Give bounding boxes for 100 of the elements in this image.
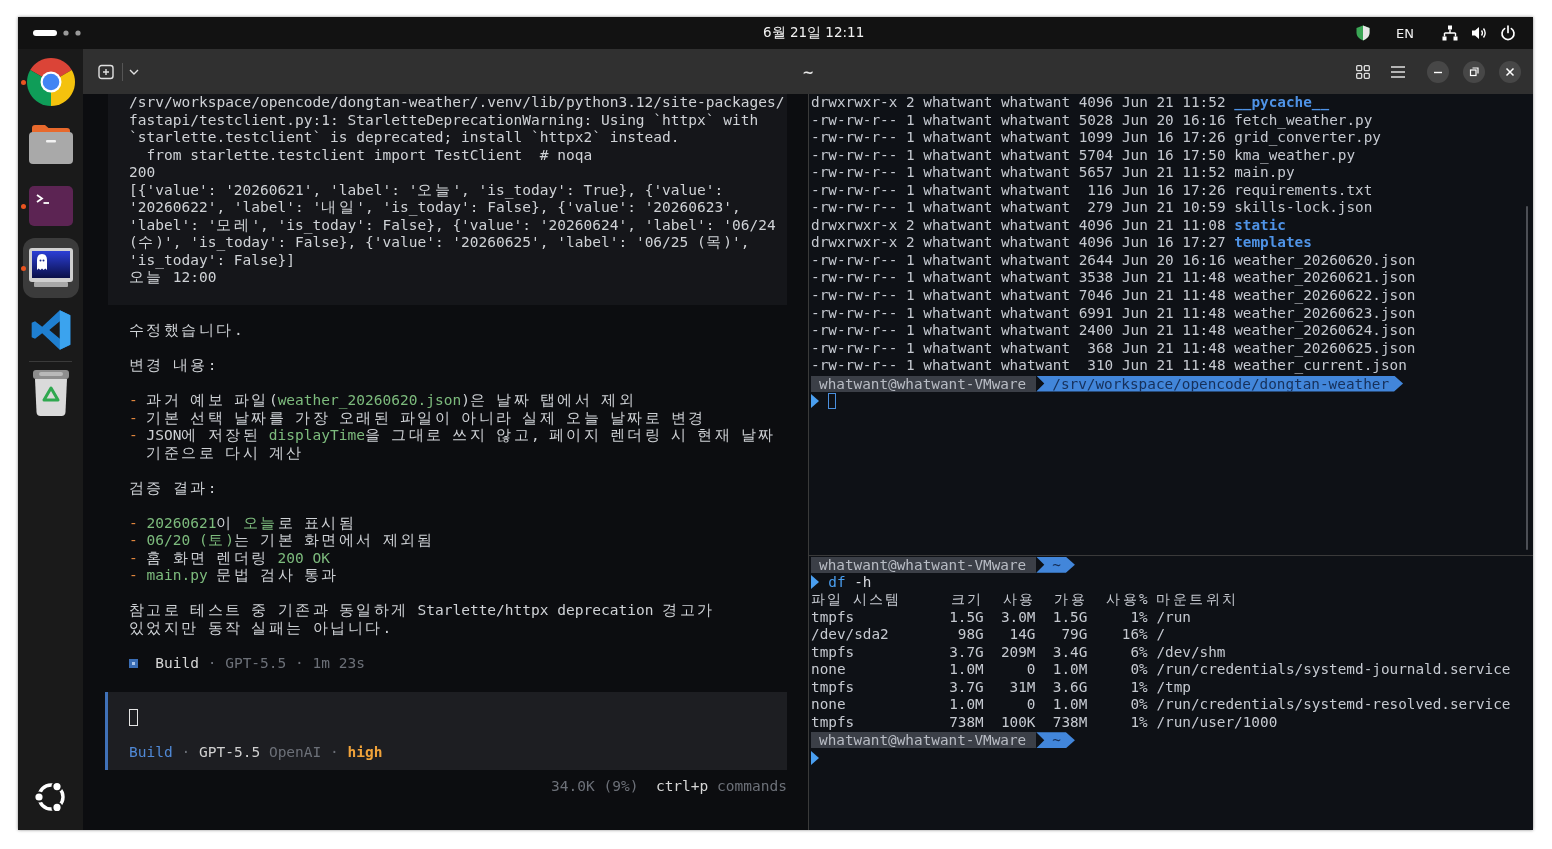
terminal-output-line: 'label': '모레', 'is_today': False}, {'value': '20260624', 'label': '06/24 [129,216,777,234]
table-cell: 3.7G [949,643,984,662]
trash-bin-icon[interactable] [31,370,70,416]
list-marker: - [129,514,138,532]
list-item-text: JSON에 저장된 displayTime을 그대로 쓰지 않고, 페이지 렌더링 시 현재 날짜 기준으로 다시 계산 [146,427,777,462]
column-header: 마운트위치 [1155,591,1239,609]
volume-icon[interactable] [1471,25,1487,41]
terminal-output-line: from starlette.testclient import TestClient # noqa [145,146,594,164]
file-details: -rw-rw-r-- 1 whatwant whatwant 3538 Jun 21 11:48 [811,269,1226,287]
terminal-output-line: 'is_today': False}] [129,251,297,269]
section-heading: 변경 내용: [129,357,218,375]
scrollbar-thumb[interactable] [1526,206,1528,550]
ghost-monitor-icon[interactable] [22,238,79,298]
new-tab-icon[interactable] [98,63,114,80]
file-name: weather_20260625.json [1234,339,1416,358]
angled-ribbon-icon[interactable] [29,309,72,351]
file-details: drwxrwxr-x 2 whatwant whatwant 4096 Jun 16 17:27 [811,234,1226,252]
file-name: kma_weather.py [1234,146,1356,165]
prompt-arrow-icon [811,575,819,590]
file-details: -rw-rw-r-- 1 whatwant whatwant 2644 Jun 20 16:16 [811,251,1226,270]
file-name: weather_20260620.json [1234,251,1416,270]
file-details: drwxrwxr-x 2 whatwant whatwant 4096 Jun 21 11:08 [811,216,1226,235]
clock[interactable]: 6월 21일 12:11 [763,24,865,40]
table-cell: 1.0M [949,661,984,679]
column-header: 사용% [1106,591,1148,609]
table-cell: none [811,661,846,679]
list-item-text: 20260621이 오늘 로 표시됨 [146,514,358,532]
table-cell: 1.0M [949,696,984,714]
table-cell: tmpfs [811,713,855,732]
table-cell: tmpfs [811,678,855,697]
list-marker: - [129,532,138,550]
table-cell: 0% [1130,661,1148,679]
power-icon[interactable] [1500,25,1516,41]
table-cell: tmpfs [811,643,855,662]
list-marker: - [129,427,138,445]
note-paragraph: 참고로 테스트 중 기존과 동일하게 Starlette/httpx deprecation 경고가 있었지만 동작 실패는 아닙니다. [129,602,716,637]
table-cell: tmpfs [811,608,855,627]
prompt-user-host: whatwant@whatwant-VMware [811,732,1037,749]
table-cell: 31M [1009,678,1036,697]
window-title: ~ [802,64,814,80]
directory-name: static [1234,216,1286,235]
column-header: 크기 [950,591,984,609]
table-cell: 1% [1130,713,1148,732]
prompt-input[interactable]: Build · GPT-5.5 OpenAI · high [105,692,787,770]
file-name: weather_20260621.json [1234,269,1416,287]
table-cell: 1.5G [949,608,984,627]
column-header: 가용 [1054,591,1088,609]
directory-name: __pycache__ [1234,94,1330,112]
list-marker: - [129,392,138,410]
list-item-text: 홈 화면 렌더링 200 OK [146,549,332,567]
list-item-text: 과거 예보 파일(weather_20260620.json)은 날짜 탭에서 제외 [146,392,637,410]
terminal-output-line: (수)', 'is_today': False}, {'value': '20260625', 'label': '06/25 (목)', [129,234,751,252]
table-cell-text: / [1155,626,1165,644]
restore-icon[interactable] [1463,60,1485,83]
table-cell: /dev/sda2 [811,626,889,644]
table-cell-text: /run/credentials/systemd-journald.service [1155,661,1511,679]
shortcut-hint: ctrl+p commands [655,778,787,796]
terminal-prompt-icon[interactable] [28,186,73,226]
file-name: fetch_weather.py [1234,111,1373,130]
file-details: -rw-rw-r-- 1 whatwant whatwant 368 Jun 21 11:48 [811,339,1226,358]
segmented-circle-icon[interactable] [26,58,75,106]
table-cell: 79G [1061,626,1088,644]
file-details: -rw-rw-r-- 1 whatwant whatwant 310 Jun 21 11:48 [811,357,1226,375]
file-details: -rw-rw-r-- 1 whatwant whatwant 279 Jun 21 10:59 [811,199,1226,217]
terminal-output-line: 오늘 12:00 [129,269,218,287]
table-cell: 100K [1000,713,1036,732]
list-item-text: 06/20 (토)는 기본 화면에서 제외됨 [146,532,436,550]
file-details: -rw-rw-r-- 1 whatwant whatwant 6991 Jun 21 11:48 [811,304,1226,323]
table-cell-text: /run [1155,608,1191,627]
prompt-path: /srv/workspace/opencode/dongtan-weather [1036,375,1404,392]
file-name: skills-lock.json [1234,199,1373,217]
close-icon[interactable] [1499,60,1521,83]
prompt-path: ~ [1036,556,1075,573]
terminal-output-line: [{'value': '20260621', 'label': '오늘', 'is_today': True}, {'value': [129,181,725,199]
folder-icon[interactable] [28,124,73,164]
file-name: weather_20260623.json [1234,304,1416,323]
agent-model-info: Build · GPT-5.5 OpenAI · high [129,744,384,762]
directory-name: templates [1234,234,1312,252]
terminal-output-line: `starlette.testclient` is deprecated; install `httpx2` instead. [129,129,681,147]
shield-icon[interactable] [1356,25,1371,41]
menu-icon[interactable] [1391,65,1405,78]
minimize-icon[interactable] [1427,60,1449,83]
table-cell: 0 [1026,696,1036,714]
grid-icon[interactable] [1356,64,1370,79]
chevron-down-icon[interactable] [129,68,139,75]
file-name: weather_20260622.json [1234,287,1416,305]
terminal-output-line: '20260622', 'label': '내일', 'is_today': False}, {'value': '20260623', [129,199,742,217]
response-text: 수정했습니다. [129,322,244,340]
list-marker: - [129,549,138,567]
network-icon[interactable] [1442,25,1458,41]
terminal-output-line: /srv/workspace/opencode/dongtan-weather/.venv/lib/python3.12/site-packages/ [129,94,786,112]
keyboard-layout[interactable]: EN [1396,25,1414,41]
prompt-user-host: whatwant@whatwant-VMware [811,556,1037,573]
file-details: -rw-rw-r-- 1 whatwant whatwant 5028 Jun 20 16:16 [811,111,1226,130]
table-cell: 3.6G [1052,678,1088,697]
list-item-text: 기본 선택 날짜를 가장 오래된 파일이 아니라 실제 오늘 날짜로 변경 [146,409,707,427]
file-details: -rw-rw-r-- 1 whatwant whatwant 116 Jun 16 17:26 [811,181,1226,200]
table-cell: 1.0M [1052,661,1088,679]
table-cell: 98G [957,626,984,644]
list-item-text: main.py 문법 검사 통과 [146,567,340,585]
